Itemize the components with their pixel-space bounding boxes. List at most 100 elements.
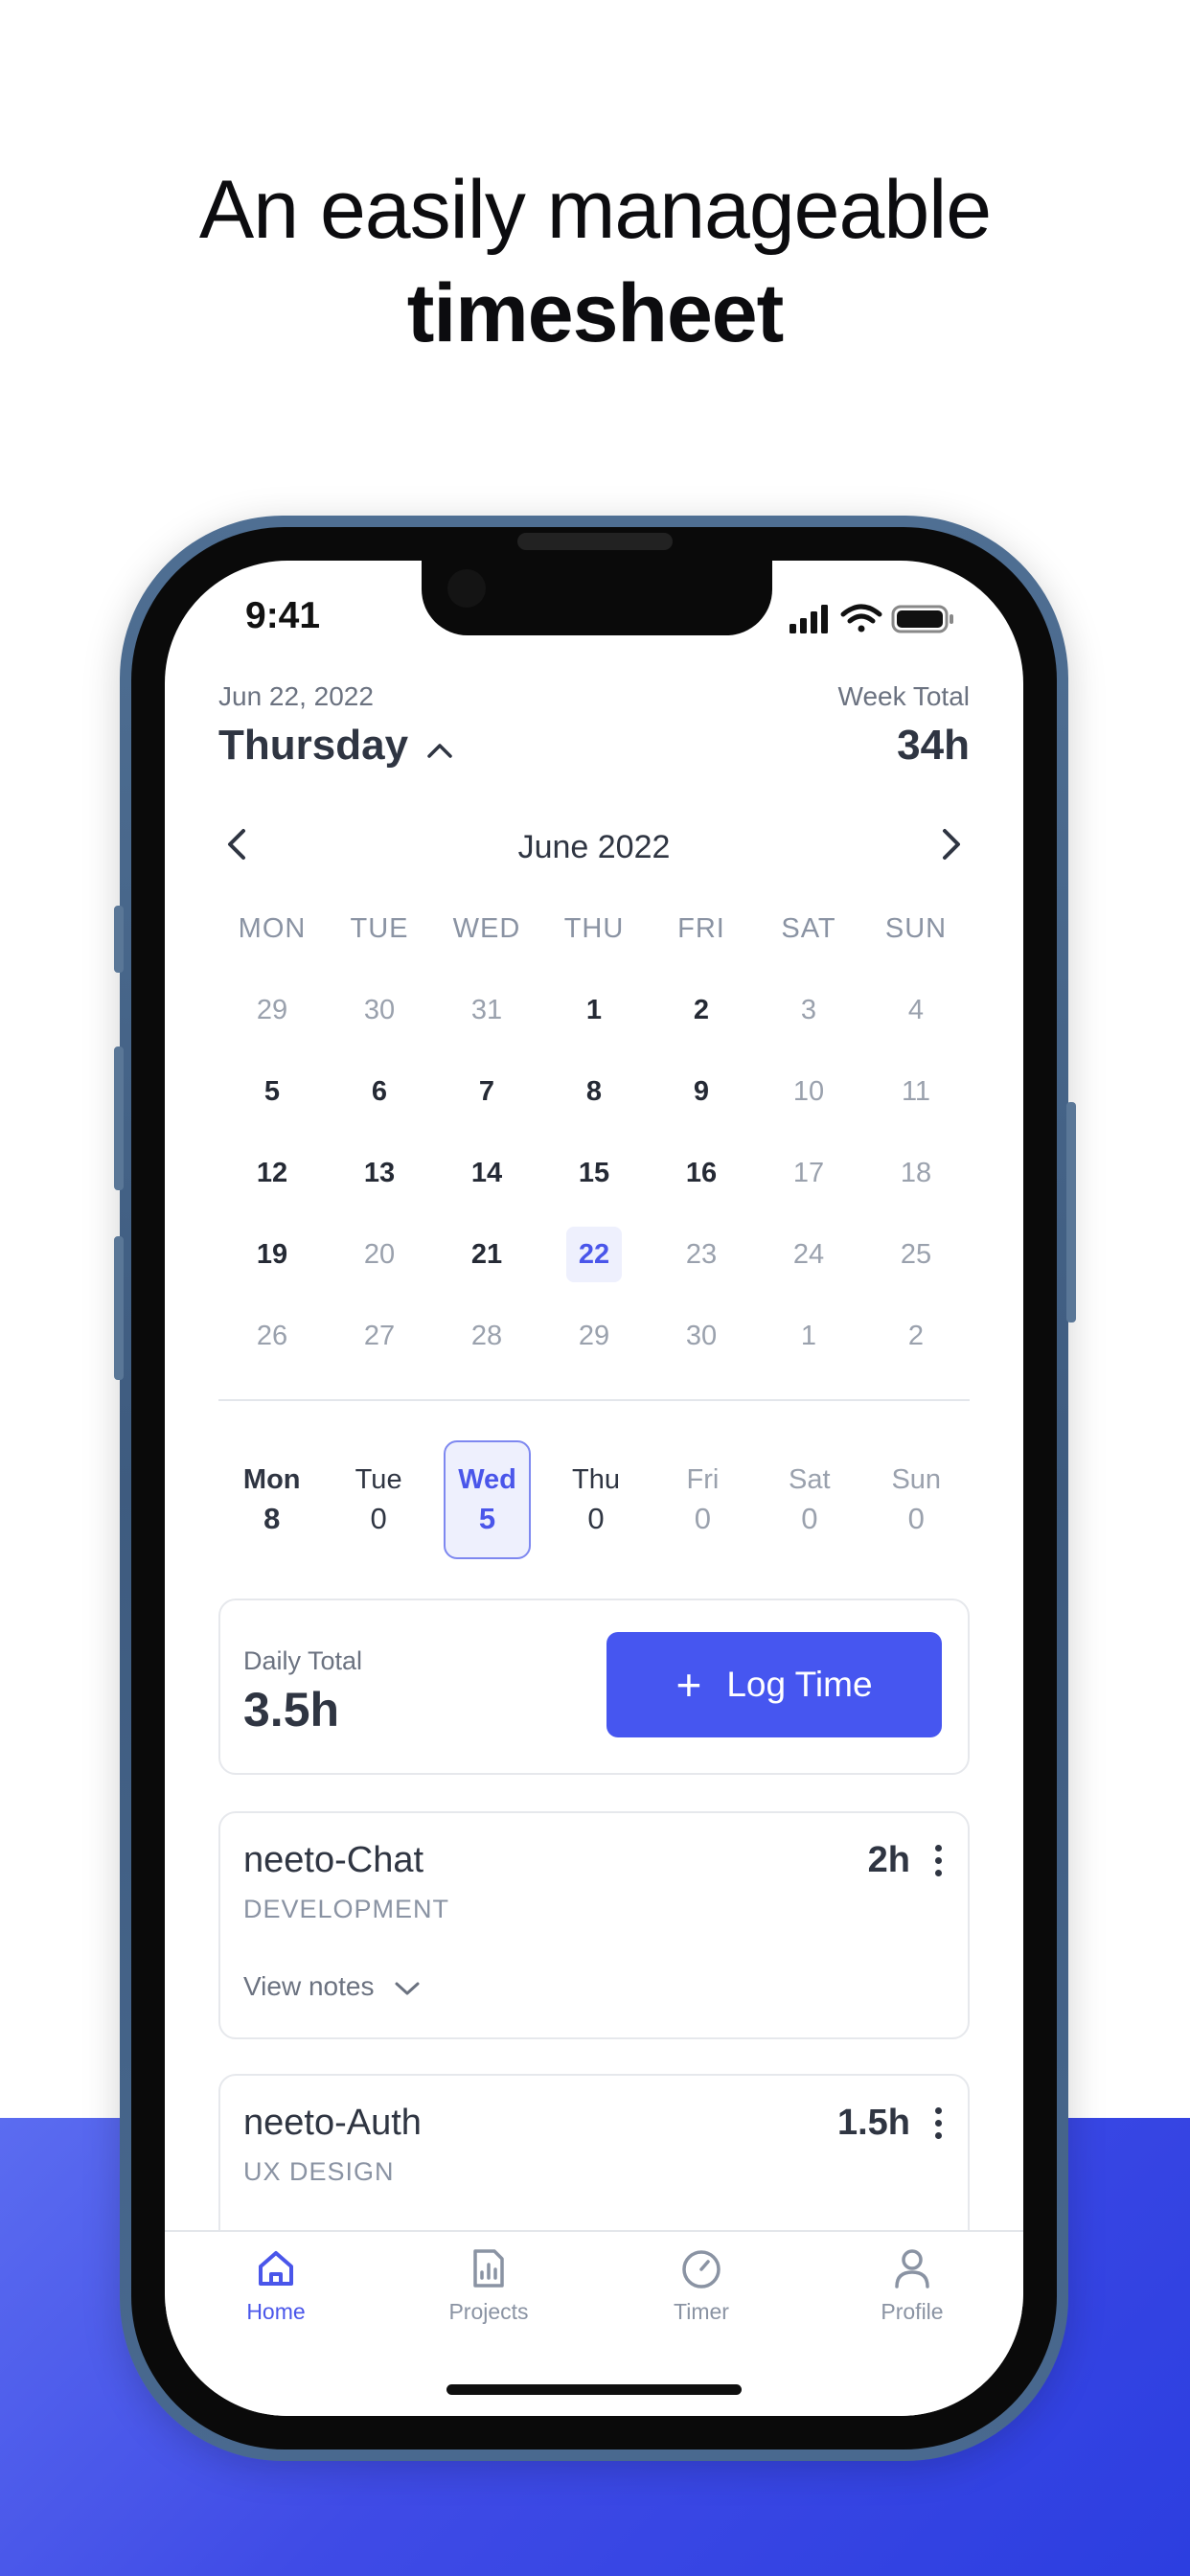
- calendar-day-cell[interactable]: 21: [433, 1227, 540, 1308]
- entry-category: UX DESIGN: [243, 2157, 395, 2186]
- tab-timer[interactable]: Timer: [625, 2245, 778, 2325]
- week-day-name: Mon: [242, 1464, 301, 1495]
- calendar-day: 21: [470, 1239, 503, 1270]
- week-day-mon[interactable]: Mon 8: [230, 1440, 313, 1559]
- week-day-sun[interactable]: Sun 0: [875, 1440, 958, 1559]
- week-day-name: Sun: [891, 1464, 942, 1495]
- chevron-down-icon: [395, 1982, 420, 1995]
- more-options-icon[interactable]: [935, 1845, 945, 1882]
- week-day-hours: 0: [587, 1502, 605, 1535]
- tab-label: Projects: [448, 2299, 529, 2324]
- tab-label: Timer: [674, 2299, 729, 2324]
- selected-weekday[interactable]: Thursday: [218, 722, 408, 770]
- calendar-day-cell[interactable]: 19: [218, 1227, 326, 1308]
- calendar-day-cell[interactable]: 5: [218, 1064, 326, 1145]
- calendar-day: 5: [263, 1076, 281, 1107]
- home-indicator: [446, 2384, 742, 2395]
- calendar-day-cell[interactable]: 23: [648, 1227, 755, 1308]
- calendar-day-cell[interactable]: 1: [540, 982, 648, 1064]
- calendar-day: 30: [685, 1321, 718, 1351]
- month-label: June 2022: [517, 829, 671, 865]
- calendar-day-cell[interactable]: 2: [862, 1308, 970, 1390]
- calendar-day-cell[interactable]: 16: [648, 1145, 755, 1227]
- dow-label: TUE: [350, 913, 409, 944]
- calendar-day-cell[interactable]: 3: [755, 982, 862, 1064]
- week-day-fri[interactable]: Fri 0: [661, 1440, 744, 1559]
- calendar-day-cell[interactable]: 22: [540, 1227, 648, 1308]
- log-time-button[interactable]: + Log Time: [606, 1632, 942, 1737]
- calendar-day-cell[interactable]: 27: [326, 1308, 433, 1390]
- calendar-day-cell[interactable]: 8: [540, 1064, 648, 1145]
- calendar-day-cell[interactable]: 18: [862, 1145, 970, 1227]
- chevron-up-icon[interactable]: [425, 736, 454, 765]
- week-day-sat[interactable]: Sat 0: [767, 1440, 851, 1559]
- volume-up-button: [114, 1046, 124, 1190]
- week-day-name: Thu: [571, 1464, 620, 1495]
- calendar-day-cell[interactable]: 9: [648, 1064, 755, 1145]
- calendar-day: 14: [470, 1158, 503, 1188]
- calendar-day: 9: [693, 1076, 710, 1107]
- calendar-day: 29: [256, 995, 288, 1025]
- calendar-day-cell[interactable]: 26: [218, 1308, 326, 1390]
- calendar-day-cell[interactable]: 17: [755, 1145, 862, 1227]
- calendar-divider: [218, 1399, 970, 1401]
- week-day-thu[interactable]: Thu 0: [554, 1440, 637, 1559]
- tab-home[interactable]: Home: [199, 2245, 353, 2325]
- calendar-day-cell[interactable]: 6: [326, 1064, 433, 1145]
- calendar-week-row: 5 6 7 8 9 10 11: [218, 1064, 970, 1145]
- calendar-day: 29: [578, 1321, 610, 1351]
- calendar-day-cell[interactable]: 29: [540, 1308, 648, 1390]
- calendar-day-cell[interactable]: 15: [540, 1145, 648, 1227]
- profile-icon: [895, 2249, 929, 2288]
- calendar-day-cell[interactable]: 2: [648, 982, 755, 1064]
- calendar-day-cell[interactable]: 12: [218, 1145, 326, 1227]
- view-notes-label: View notes: [243, 1971, 375, 2001]
- view-notes-toggle[interactable]: View notes: [243, 1971, 422, 2002]
- week-day-hours: 0: [370, 1502, 387, 1535]
- power-button: [1066, 1102, 1076, 1322]
- calendar-day-cell[interactable]: 30: [326, 982, 433, 1064]
- calendar-day: 10: [792, 1076, 825, 1107]
- more-options-icon[interactable]: [935, 2107, 945, 2145]
- calendar-day: 1: [800, 1321, 817, 1351]
- week-day-wed[interactable]: Wed 5: [443, 1440, 532, 1559]
- plus-icon: +: [675, 1660, 702, 1710]
- week-total-label: Week Total: [837, 681, 970, 711]
- chevron-right-icon[interactable]: [931, 825, 970, 863]
- calendar-day: 3: [800, 995, 817, 1025]
- calendar-day-cell[interactable]: 30: [648, 1308, 755, 1390]
- calendar-day-cell[interactable]: 24: [755, 1227, 862, 1308]
- calendar-day: 26: [256, 1321, 288, 1351]
- tab-profile[interactable]: Profile: [835, 2245, 989, 2325]
- week-day-tue[interactable]: Tue 0: [336, 1440, 420, 1559]
- calendar-day: 27: [363, 1321, 396, 1351]
- calendar-day-cell[interactable]: 29: [218, 982, 326, 1064]
- calendar-day: 2: [693, 995, 710, 1025]
- calendar-day-cell[interactable]: 25: [862, 1227, 970, 1308]
- log-time-label: Log Time: [726, 1665, 873, 1704]
- calendar-day-cell[interactable]: 14: [433, 1145, 540, 1227]
- marketing-headline: An easily manageable timesheet: [0, 158, 1190, 365]
- calendar-day: 17: [792, 1158, 825, 1188]
- calendar-day: 8: [585, 1076, 603, 1107]
- calendar-day: 25: [900, 1239, 932, 1270]
- volume-down-button: [114, 1236, 124, 1380]
- calendar-day: 31: [470, 995, 503, 1025]
- wifi-icon: [840, 604, 882, 632]
- calendar-day-cell[interactable]: 31: [433, 982, 540, 1064]
- timer-icon: [682, 2250, 721, 2288]
- entry-hours: 1.5h: [836, 2103, 910, 2143]
- calendar-day-cell[interactable]: 10: [755, 1064, 862, 1145]
- tab-label: Home: [246, 2299, 306, 2324]
- tab-projects[interactable]: Projects: [412, 2245, 565, 2325]
- week-day-hours: 0: [694, 1502, 712, 1535]
- calendar-day-cell[interactable]: 4: [862, 982, 970, 1064]
- calendar-day-cell[interactable]: 20: [326, 1227, 433, 1308]
- calendar-day-cell[interactable]: 7: [433, 1064, 540, 1145]
- front-camera: [447, 569, 486, 608]
- calendar-day-cell[interactable]: 11: [862, 1064, 970, 1145]
- calendar-day-cell[interactable]: 13: [326, 1145, 433, 1227]
- calendar-day-cell[interactable]: 1: [755, 1308, 862, 1390]
- dow-label: FRI: [677, 913, 725, 944]
- calendar-day-cell[interactable]: 28: [433, 1308, 540, 1390]
